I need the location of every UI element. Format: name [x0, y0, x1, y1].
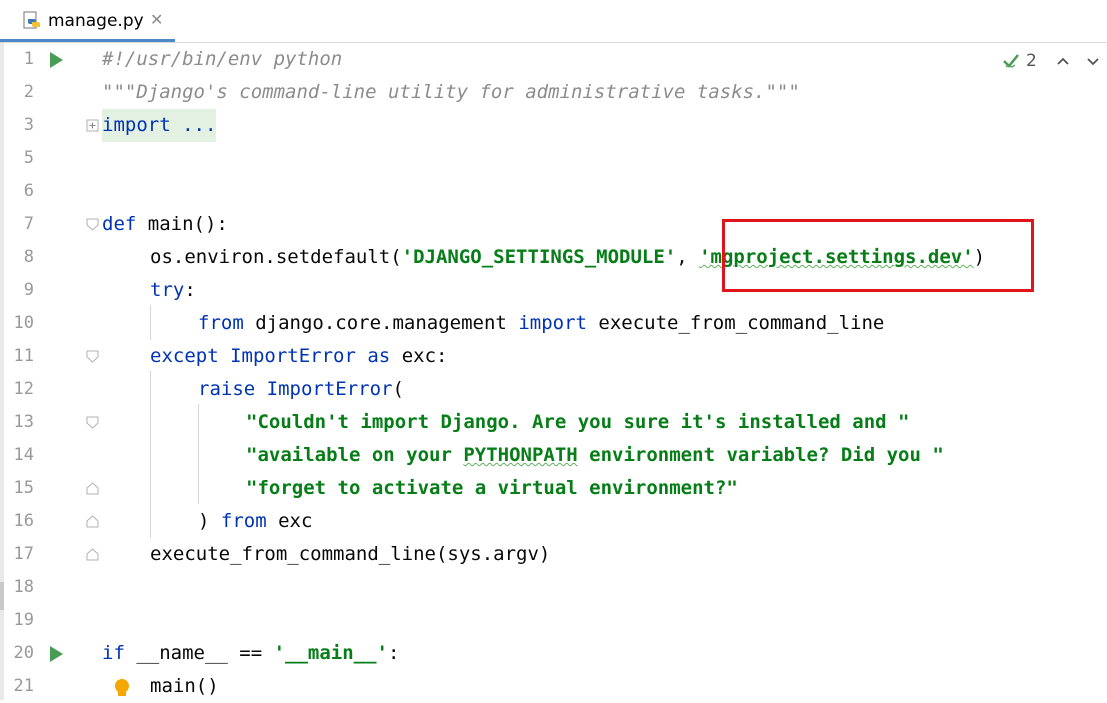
- lightbulb-icon-base: [118, 692, 126, 696]
- line-number: 19: [13, 610, 34, 630]
- code-line: 6: [0, 175, 1107, 208]
- code-line: 16 ) from exc: [0, 505, 1107, 538]
- fold-end-icon[interactable]: [86, 548, 100, 561]
- code-line: 11 except ImportError as exc:: [0, 340, 1107, 373]
- line-number: 6: [23, 181, 34, 201]
- code-line: 5: [0, 142, 1107, 175]
- code-line: 17 execute_from_command_line(sys.argv): [0, 538, 1107, 571]
- code-text: except ImportError as exc:: [150, 345, 448, 367]
- code-line: 2 """Django's command-line utility for a…: [0, 76, 1107, 109]
- line-number: 11: [13, 346, 34, 366]
- editor-tab-bar: manage.py ✕: [0, 0, 1107, 43]
- line-number: 9: [23, 280, 34, 300]
- folded-imports[interactable]: import ...: [102, 109, 217, 142]
- fold-collapse-icon[interactable]: [86, 218, 100, 231]
- code-line: 3 import ...: [0, 109, 1107, 142]
- line-number: 13: [13, 412, 34, 432]
- annotation-highlight-box: [722, 219, 1034, 292]
- line-number: 16: [13, 511, 34, 531]
- run-icon[interactable]: [50, 646, 63, 662]
- line-number: 12: [13, 379, 34, 399]
- code-line: 18: [0, 571, 1107, 604]
- code-line: 19: [0, 604, 1107, 637]
- code-line: 14 "available on your PYTHONPATH environ…: [0, 439, 1107, 472]
- run-icon[interactable]: [50, 52, 63, 68]
- code-text: main(): [150, 675, 219, 697]
- code-text: "forget to activate a virtual environmen…: [246, 477, 738, 499]
- line-number: 14: [13, 445, 34, 465]
- code-text: """Django's command-line utility for adm…: [102, 81, 800, 103]
- line-number: 3: [23, 115, 34, 135]
- code-line: 21 main(): [0, 670, 1107, 703]
- line-number: 20: [13, 643, 34, 663]
- line-number: 2: [23, 82, 34, 102]
- code-text: execute_from_command_line(sys.argv): [150, 543, 551, 565]
- code-text: #!/usr/bin/env python: [102, 48, 343, 70]
- line-number: 10: [13, 313, 34, 333]
- fold-end-icon[interactable]: [86, 482, 100, 495]
- code-text: raise ImportError(: [198, 378, 404, 400]
- code-text: ) from exc: [198, 510, 313, 532]
- code-text: if __name__ == '__main__':: [102, 642, 400, 664]
- tab-label: manage.py: [48, 11, 144, 31]
- fold-collapse-icon[interactable]: [86, 350, 100, 363]
- fold-end-icon[interactable]: [86, 515, 100, 528]
- python-file-icon: [23, 11, 40, 29]
- code-text: "Couldn't import Django. Are you sure it…: [246, 411, 910, 433]
- code-text: "available on your PYTHONPATH environmen…: [246, 444, 944, 466]
- line-number: 21: [13, 676, 34, 696]
- code-line: 12 raise ImportError(: [0, 373, 1107, 406]
- line-number: 18: [13, 577, 34, 597]
- tab-manage-py[interactable]: manage.py ✕: [0, 0, 175, 42]
- code-text: try:: [150, 279, 196, 301]
- lightbulb-icon[interactable]: [115, 679, 129, 693]
- code-text: def main():: [102, 213, 228, 235]
- close-icon[interactable]: ✕: [150, 10, 163, 29]
- code-text: from django.core.management import execu…: [198, 312, 885, 334]
- line-number: 1: [23, 49, 34, 69]
- line-number: 5: [23, 148, 34, 168]
- fold-collapse-icon[interactable]: [86, 416, 100, 429]
- line-number: 17: [13, 544, 34, 564]
- code-line: 10 from django.core.management import ex…: [0, 307, 1107, 340]
- line-number: 15: [13, 478, 34, 498]
- code-line: 1 #!/usr/bin/env python: [0, 43, 1107, 76]
- code-line: 20 if __name__ == '__main__':: [0, 637, 1107, 670]
- code-line: 13 "Couldn't import Django. Are you sure…: [0, 406, 1107, 439]
- code-line: 15 "forget to activate a virtual environ…: [0, 472, 1107, 505]
- fold-expand-icon[interactable]: [86, 119, 100, 132]
- line-number: 7: [23, 214, 34, 234]
- line-number: 8: [23, 247, 34, 267]
